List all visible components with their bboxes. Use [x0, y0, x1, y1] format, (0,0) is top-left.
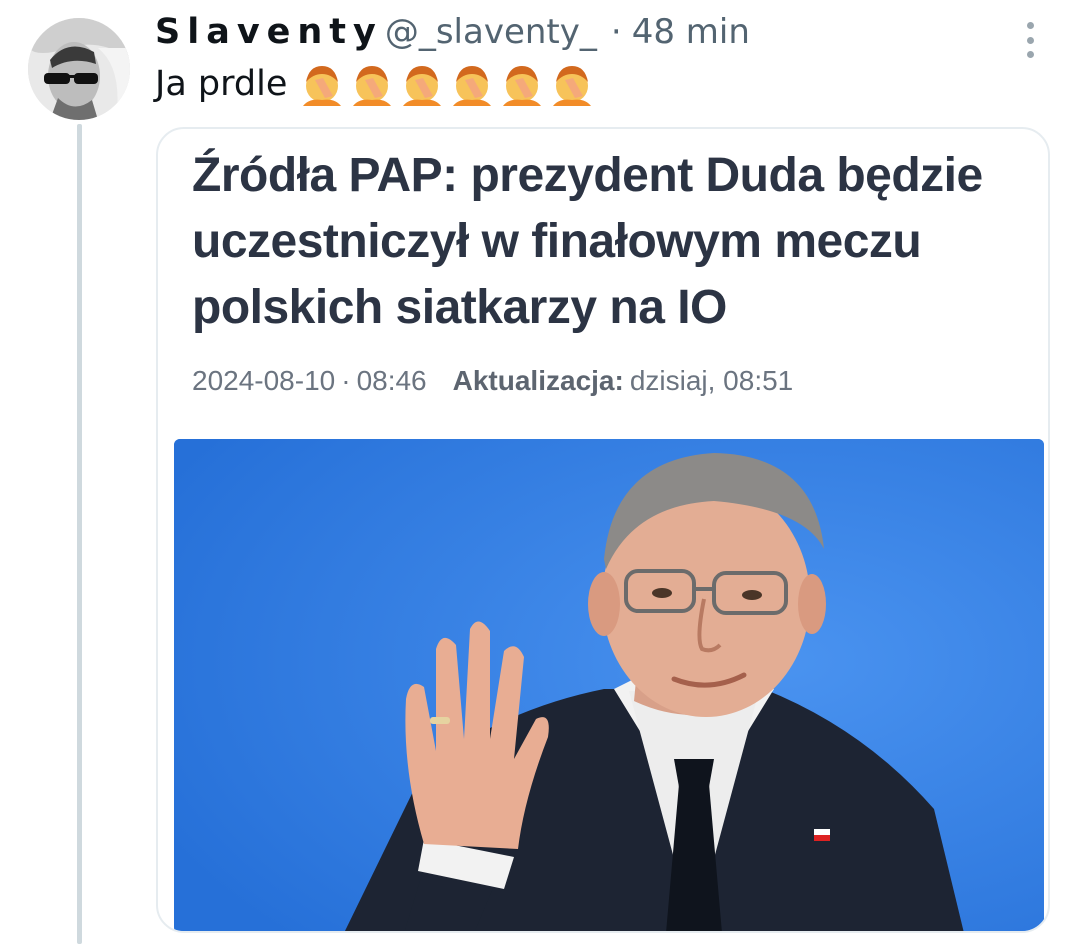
facepalm-emoji-icon [453, 66, 492, 106]
article-photo-illustration [174, 439, 1044, 931]
timestamp[interactable]: 48 min [632, 12, 750, 52]
tweet-body: Ja prdle [155, 64, 288, 104]
article-time: 08:46 [356, 365, 427, 396]
facepalm-emoji-icon [553, 66, 592, 106]
link-preview-card[interactable]: Źródła PAP: prezydent Duda będzie uczest… [156, 127, 1050, 933]
display-name[interactable]: Slaventy [155, 12, 383, 52]
article-meta: 2024-08-10 · 08:46 Aktualizacja: dzisiaj… [192, 365, 793, 397]
facepalm-emoji-icon [403, 66, 442, 106]
facepalm-emoji-icon [503, 66, 542, 106]
facepalm-emoji-icon [353, 66, 392, 106]
separator-dot: · [610, 12, 622, 52]
article-date: 2024-08-10 [192, 365, 336, 396]
user-handle[interactable]: @_slaventy_ [385, 12, 597, 52]
facepalm-emoji-icon [303, 66, 342, 106]
tweet-header: Slaventy @_slaventy_ · 48 min [155, 12, 750, 58]
more-vertical-icon[interactable] [1018, 22, 1042, 58]
update-value: dzisiaj, 08:51 [629, 365, 794, 396]
article-photo[interactable] [174, 439, 1044, 931]
tweet-page: Slaventy @_slaventy_ · 48 min Ja prdle Ź… [0, 0, 1080, 944]
avatar-image [28, 18, 130, 120]
avatar[interactable] [28, 18, 130, 120]
emoji-row [301, 62, 593, 106]
update-label: Aktualizacja: [452, 365, 624, 396]
article-headline[interactable]: Źródła PAP: prezydent Duda będzie uczest… [192, 143, 1032, 341]
tweet-text: Ja prdle [155, 62, 593, 106]
thread-line [77, 124, 82, 944]
meta-separator: · [341, 365, 351, 396]
